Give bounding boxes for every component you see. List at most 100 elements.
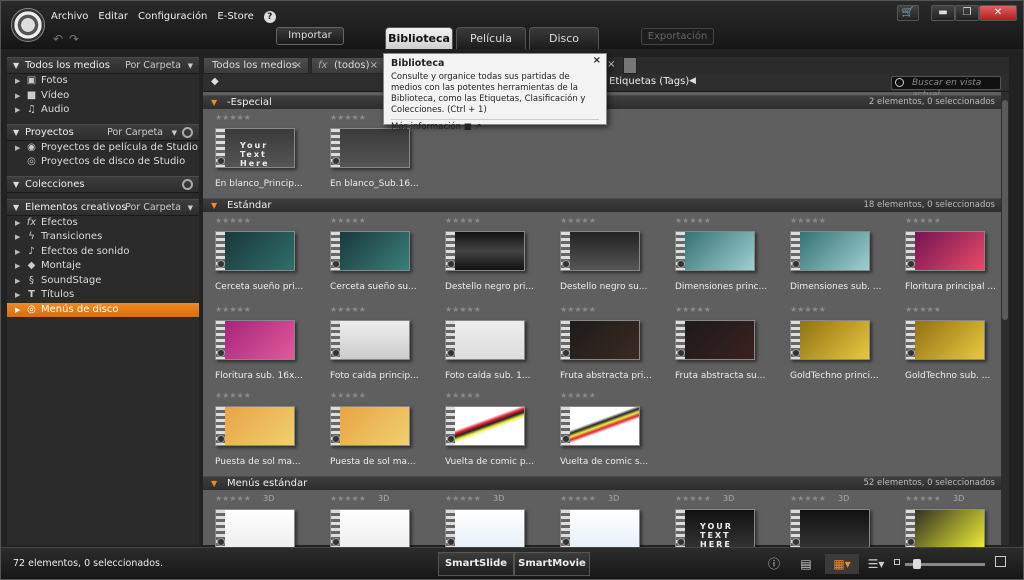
play-icon[interactable] [562, 349, 570, 357]
sidebar-item-soundstage[interactable]: ▶ § SoundStage [7, 274, 199, 289]
play-icon[interactable] [792, 260, 800, 268]
manage-icon[interactable] [182, 126, 193, 138]
thumbnail-image[interactable] [675, 231, 755, 271]
sidebar-item-audio[interactable]: ▶ ♫ Audio [7, 103, 199, 118]
thumbnail-image[interactable]: YOUR TEXT HERE [675, 509, 755, 549]
thumbnail-image[interactable] [905, 509, 985, 549]
section-elementos-creativos[interactable]: ▼ Elementos creativos Por Carpeta ▼ [7, 198, 199, 216]
section-proyectos[interactable]: ▼ Proyectos Por Carpeta ▼ [7, 123, 199, 141]
rating-stars[interactable]: ★★★★★ [330, 113, 366, 122]
section-todos-los-medios[interactable]: ▼ Todos los medios Por Carpeta ▼ [7, 57, 199, 74]
tags-toggle-icon[interactable]: ◀ [689, 76, 696, 86]
close-tab-icon[interactable]: × [607, 57, 619, 74]
play-icon[interactable] [907, 349, 915, 357]
tab-pelicula[interactable]: Película [456, 27, 526, 49]
asset-thumbnail[interactable]: ★★★★★ Destello negro pri... [433, 216, 543, 300]
rating-stars[interactable]: ★★★★★ [790, 494, 826, 503]
sidebar-item-fotos[interactable]: ▶ ▣ Fotos [7, 74, 199, 89]
thumbnail-image[interactable] [215, 231, 295, 271]
restore-button[interactable]: ❐ [955, 5, 979, 21]
rating-stars[interactable]: ★★★★★ [215, 305, 251, 314]
rating-stars[interactable]: ★★★★★ [560, 305, 596, 314]
collapse-icon[interactable]: ▼ [211, 96, 217, 109]
rating-stars[interactable]: ★★★★★ [675, 305, 711, 314]
rating-stars[interactable]: ★★★★★ [675, 494, 711, 503]
play-icon[interactable] [562, 538, 570, 546]
info-icon[interactable]: ⓘ [763, 554, 785, 574]
export-button[interactable]: Exportación [641, 28, 714, 45]
rating-stars[interactable]: ★★★★★ [445, 494, 481, 503]
play-icon[interactable] [792, 349, 800, 357]
rating-stars[interactable]: ★★★★★ [215, 391, 251, 400]
menu-configuracion[interactable]: Configuración [138, 11, 207, 23]
thumbnail-image[interactable] [445, 509, 525, 549]
sidebar-item-titulos[interactable]: ▶ T Títulos [7, 288, 199, 303]
asset-thumbnail[interactable]: ★★★★★ Foto caída sub. 1... [433, 305, 543, 389]
play-icon[interactable] [677, 349, 685, 357]
asset-thumbnail[interactable]: ★★★★★ Puesta de sol ma... [203, 391, 313, 475]
thumbnail-image[interactable] [330, 320, 410, 360]
thumbnail-image[interactable] [330, 231, 410, 271]
play-icon[interactable] [562, 435, 570, 443]
asset-thumbnail[interactable]: ★★★★★ Cerceta sueño su... [318, 216, 428, 300]
rating-stars[interactable]: ★★★★★ [905, 305, 941, 314]
rating-stars[interactable]: ★★★★★ [330, 305, 366, 314]
thumbnail-image[interactable] [790, 231, 870, 271]
sidebar-item-menus-disco[interactable]: ▶ ◎ Menús de disco [7, 302, 199, 317]
thumbnail-image[interactable] [905, 320, 985, 360]
undo-redo-icons[interactable]: ↶↷ [53, 32, 85, 46]
asset-thumbnail[interactable]: ★★★★★ GoldTechno princi... [778, 305, 888, 389]
thumbnail-image[interactable] [445, 231, 525, 271]
play-icon[interactable] [447, 538, 455, 546]
play-icon[interactable] [332, 157, 340, 165]
slider-handle[interactable] [913, 559, 921, 569]
section-colecciones[interactable]: ▼ Colecciones [7, 175, 199, 193]
asset-thumbnail[interactable]: ★★★★★ Puesta de sol ma... [318, 391, 428, 475]
thumbnail-image[interactable] [215, 509, 295, 549]
rating-stars[interactable]: ★★★★★ [445, 216, 481, 225]
tab-fx-todos[interactable]: fx (todos) × [311, 57, 385, 74]
play-icon[interactable] [217, 538, 225, 546]
stack-view-icon[interactable]: ▤ [795, 554, 817, 574]
more-info-label[interactable]: Más información [391, 122, 461, 132]
thumbnail-image[interactable] [905, 231, 985, 271]
play-icon[interactable] [332, 260, 340, 268]
menu-archivo[interactable]: Archivo [51, 11, 88, 23]
play-icon[interactable] [332, 538, 340, 546]
filter-dropdown[interactable]: Por Carpeta [107, 125, 163, 141]
chevron-down-icon[interactable]: ▼ [172, 125, 177, 141]
thumbnail-image[interactable] [445, 406, 525, 446]
menu-editar[interactable]: Editar [98, 11, 128, 23]
close-icon[interactable]: × [294, 58, 302, 73]
thumbnail-image[interactable]: Your Text Here [215, 128, 295, 168]
asset-thumbnail[interactable]: ★★★★★ Vuelta de comic s... [548, 391, 658, 475]
play-icon[interactable] [677, 260, 685, 268]
thumbnail-image[interactable] [560, 406, 640, 446]
close-icon[interactable]: × [370, 58, 378, 73]
thumbnail-image[interactable] [675, 320, 755, 360]
play-icon[interactable] [447, 349, 455, 357]
collapse-icon[interactable]: ▼ [13, 200, 19, 216]
asset-thumbnail[interactable]: ★★★★★ Dimensiones princ... [663, 216, 773, 300]
rating-stars[interactable]: ★★★★★ [675, 216, 711, 225]
play-icon[interactable] [332, 435, 340, 443]
tab-todos-los-medios[interactable]: Todos los medios × [203, 57, 309, 74]
sidebar-item-proyectos-disco[interactable]: ◎ Proyectos de disco de Studio [7, 155, 199, 170]
rating-stars[interactable]: ★★★★★ [560, 391, 596, 400]
asset-thumbnail[interactable]: ★★★★★ Fruta abstracta pri... [548, 305, 658, 389]
asset-thumbnail[interactable]: ★★★★★ Floritura sub. 16x... [203, 305, 313, 389]
rating-stars[interactable]: ★★★★★ [560, 216, 596, 225]
thumbnail-size-slider[interactable] [905, 559, 985, 569]
filter-dropdown[interactable]: Por Carpeta [125, 58, 181, 74]
rating-stars[interactable]: ★★★★★ [445, 305, 481, 314]
play-icon[interactable] [217, 349, 225, 357]
play-icon[interactable] [217, 260, 225, 268]
smartslide-button[interactable]: SmartSlide [438, 552, 514, 576]
sidebar-item-efectos[interactable]: ▶ fx Efectos [7, 216, 199, 231]
sidebar-item-video[interactable]: ▶ ■ Vídeo [7, 89, 199, 104]
thumbnail-image[interactable] [215, 406, 295, 446]
rating-stars[interactable]: ★★★★★ [330, 216, 366, 225]
studio-logo-icon[interactable] [11, 8, 45, 42]
thumbnail-image[interactable] [330, 406, 410, 446]
play-icon[interactable] [562, 260, 570, 268]
